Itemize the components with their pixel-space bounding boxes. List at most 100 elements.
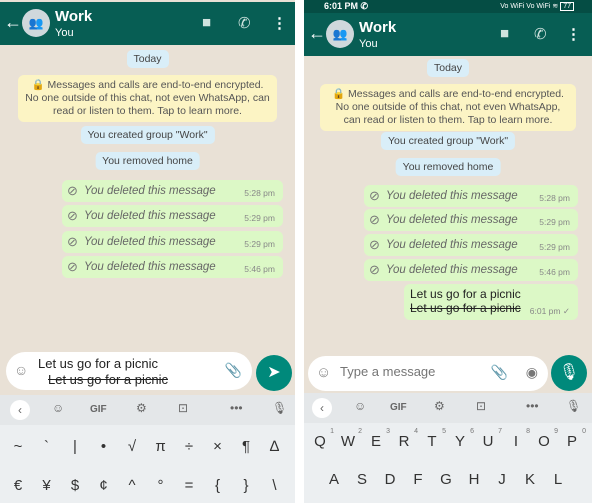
keyboard-key[interactable]: ° <box>151 477 171 494</box>
keyboard-key[interactable]: { <box>208 477 228 494</box>
sent-message[interactable]: Let us go for a picnic Let us go for a p… <box>404 284 578 320</box>
deleted-message[interactable]: ⊘ You deleted this message 5:29 pm <box>62 205 283 227</box>
phone-call-icon[interactable]: ✆ <box>238 14 251 32</box>
more-icon[interactable]: ••• <box>230 401 243 415</box>
sticker-icon[interactable]: ☺ <box>52 401 64 415</box>
deleted-message[interactable]: ⊘ You deleted this message 5:28 pm <box>364 185 578 207</box>
emoji-icon[interactable]: ☺ <box>14 362 28 378</box>
keyboard-key[interactable]: π <box>151 438 171 455</box>
message-text-field[interactable] <box>340 364 480 379</box>
key-label: \ <box>272 477 277 494</box>
keyboard-key[interactable]: H <box>464 471 484 488</box>
message-time: 5:29 pm <box>244 239 275 249</box>
group-avatar[interactable]: 👥 <box>22 9 50 37</box>
keyboard-key[interactable]: O9 <box>534 428 558 450</box>
keyboard-key[interactable]: ÷ <box>179 438 199 455</box>
keyboard-key[interactable]: ~ <box>8 438 28 455</box>
key-hint: 3 <box>386 428 390 435</box>
keyboard-key[interactable]: D <box>380 471 400 488</box>
attach-icon[interactable]: 📎 <box>491 364 508 381</box>
keyboard-key[interactable]: W2 <box>338 428 362 450</box>
back-arrow-icon[interactable]: ← <box>4 12 22 33</box>
emoji-icon[interactable]: ☺ <box>316 364 331 381</box>
keyboard-key[interactable]: √ <box>122 438 142 455</box>
keyboard-key[interactable]: $ <box>65 477 85 494</box>
keyboard-key[interactable]: × <box>208 438 228 455</box>
settings-gear-icon[interactable]: ⚙ <box>434 399 445 413</box>
keyboard-key[interactable]: ¢ <box>94 477 114 494</box>
keyboard-key[interactable]: ¶ <box>236 438 256 455</box>
keyboard-key[interactable]: \ <box>265 477 285 494</box>
deleted-message[interactable]: ⊘ You deleted this message 5:28 pm <box>62 180 283 202</box>
keyboard-key[interactable]: R4 <box>394 428 418 450</box>
keyboard-key[interactable]: Y6 <box>450 428 474 450</box>
keyboard-key[interactable]: Q1 <box>310 428 334 450</box>
microphone-icon[interactable]: 🎙 <box>566 399 581 413</box>
encryption-notice[interactable]: 🔒 Messages and calls are end-to-end encr… <box>320 84 576 131</box>
keyboard-key[interactable]: S <box>352 471 372 488</box>
deleted-message[interactable]: ⊘ You deleted this message 5:29 pm <box>364 234 578 256</box>
video-call-icon[interactable]: ■ <box>202 14 211 31</box>
chat-title[interactable]: Work <box>359 19 396 36</box>
keyboard-key[interactable]: • <box>94 438 114 455</box>
settings-gear-icon[interactable]: ⚙ <box>136 401 147 415</box>
translate-icon[interactable]: ⊡ <box>476 399 486 413</box>
keyboard-key[interactable]: € <box>8 477 28 494</box>
message-time: 5:46 pm <box>244 264 275 274</box>
more-icon[interactable]: ••• <box>526 399 539 413</box>
keyboard-key[interactable]: J <box>492 471 512 488</box>
attach-icon[interactable]: 📎 <box>225 362 242 379</box>
more-options-icon[interactable]: ⋮ <box>272 14 287 32</box>
deleted-message[interactable]: ⊘ You deleted this message 5:46 pm <box>364 259 578 281</box>
keyboard-key[interactable]: P0 <box>562 428 586 450</box>
deleted-message[interactable]: ⊘ You deleted this message 5:46 pm <box>62 256 283 278</box>
keyboard-key[interactable]: ∆ <box>265 438 285 455</box>
keyboard-key[interactable]: I8 <box>506 428 530 450</box>
video-call-icon[interactable]: ■ <box>500 25 509 42</box>
keyboard-key[interactable]: = <box>179 477 199 494</box>
voice-record-button[interactable]: 🎙 <box>551 355 587 391</box>
keyboard-key[interactable]: ^ <box>122 477 142 494</box>
keyboard-key[interactable]: ` <box>37 438 57 455</box>
keyboard-key[interactable]: F <box>408 471 428 488</box>
gif-button[interactable]: GIF <box>90 404 107 415</box>
keyboard-key[interactable]: } <box>236 477 256 494</box>
keyboard-key[interactable]: E3 <box>366 428 390 450</box>
chevron-left-icon[interactable]: ‹ <box>312 398 332 418</box>
keyboard-key[interactable]: G <box>436 471 456 488</box>
sticker-icon[interactable]: ☺ <box>354 399 366 413</box>
keyboard: ‹ ☺ GIF ⚙ ⊡ ••• 🎙 Q1W2E3R4T5Y6U7I8O9P0 AS… <box>304 393 592 503</box>
deleted-message[interactable]: ⊘ You deleted this message 5:29 pm <box>62 231 283 253</box>
keyboard-key[interactable]: T5 <box>422 428 446 450</box>
keyboard-key[interactable]: U7 <box>478 428 502 450</box>
encryption-notice[interactable]: 🔒 Messages and calls are end-to-end encr… <box>18 75 277 122</box>
keyboard-key[interactable]: A <box>324 471 344 488</box>
phone-call-icon[interactable]: ✆ <box>534 25 547 43</box>
chat-title[interactable]: Work <box>55 8 92 25</box>
message-input[interactable]: ☺ 📎 ◉ <box>308 356 548 391</box>
key-label: ¶ <box>241 438 251 455</box>
deleted-icon: ⊘ <box>67 208 78 223</box>
keyboard-key[interactable]: L <box>548 471 568 488</box>
key-label: ^ <box>128 477 136 494</box>
key-label: L <box>553 471 563 488</box>
message-input[interactable]: ☺ Let us go for a picnic Let us go for a… <box>6 352 252 390</box>
group-avatar[interactable]: 👥 <box>326 20 354 48</box>
gif-button[interactable]: GIF <box>390 402 407 413</box>
camera-icon[interactable]: ◉ <box>526 364 538 381</box>
translate-icon[interactable]: ⊡ <box>178 401 188 415</box>
back-arrow-icon[interactable]: ← <box>308 23 326 44</box>
keyboard-key[interactable]: | <box>65 438 85 455</box>
keyboard-key[interactable]: ¥ <box>37 477 57 494</box>
keyboard-key[interactable]: K <box>520 471 540 488</box>
encryption-notice-text: Messages and calls are end-to-end encryp… <box>25 79 270 117</box>
key-label: $ <box>70 477 80 494</box>
more-options-icon[interactable]: ⋮ <box>566 25 581 43</box>
key-label: ° <box>157 477 164 494</box>
message-time: 5:46 pm <box>539 267 570 277</box>
send-button[interactable]: ➤ <box>256 355 292 391</box>
deleted-message[interactable]: ⊘ You deleted this message 5:29 pm <box>364 209 578 231</box>
microphone-icon[interactable]: 🎙 <box>272 401 287 415</box>
key-label: × <box>213 438 222 455</box>
chevron-left-icon[interactable]: ‹ <box>10 400 30 420</box>
